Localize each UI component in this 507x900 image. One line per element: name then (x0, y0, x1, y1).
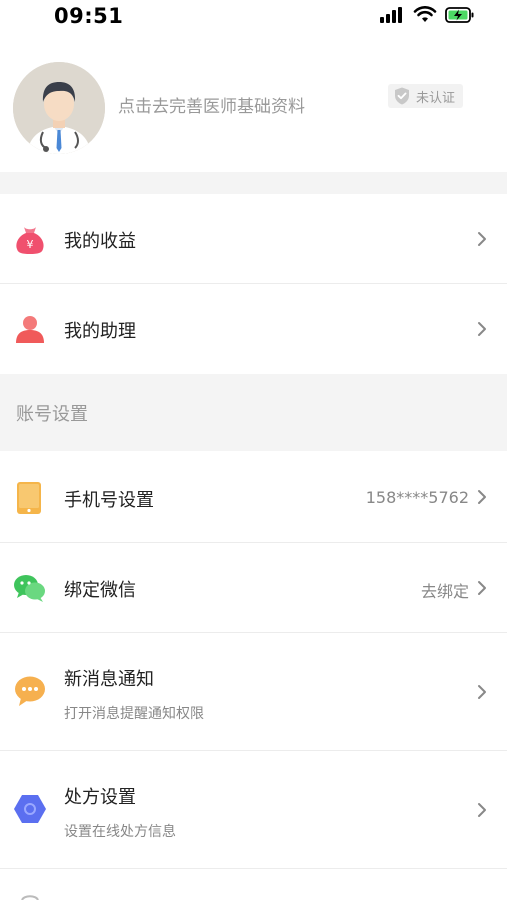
shield-check-icon (395, 87, 409, 105)
status-icons (379, 6, 475, 24)
doctor-avatar[interactable] (13, 62, 105, 154)
svg-text:¥: ¥ (27, 238, 34, 251)
certification-badge: 未认证 (388, 84, 464, 108)
certification-status: 未认证 (416, 90, 456, 106)
earnings-label: 我的收益 (64, 231, 136, 252)
assistant-person-icon (16, 316, 44, 343)
signal-icon (380, 7, 402, 23)
partial-row-icon (21, 895, 39, 900)
doctor-avatar-icon (13, 62, 105, 154)
status-bar: 09:51 (0, 0, 507, 34)
settings-item-wechat[interactable]: 绑定微信 去绑定 (0, 543, 507, 633)
battery-charging-icon (445, 7, 474, 23)
settings-item-phone[interactable]: 手机号设置 158****5762 (0, 451, 507, 543)
settings-item-notifications[interactable]: 新消息通知 打开消息提醒通知权限 (0, 633, 507, 751)
prescription-subtitle: 设置在线处方信息 (64, 824, 176, 840)
money-bag-icon: ¥ (16, 227, 44, 254)
notification-chat-icon (15, 676, 45, 706)
chevron-right-icon (478, 581, 486, 595)
chevron-right-icon (478, 322, 486, 336)
status-time: 09:51 (54, 4, 124, 28)
phone-icon (17, 482, 41, 514)
phone-settings-label: 手机号设置 (64, 490, 154, 511)
wechat-icon (14, 575, 45, 602)
chevron-right-icon (478, 232, 486, 246)
prescription-label: 处方设置 (64, 787, 136, 808)
notifications-subtitle: 打开消息提醒通知权限 (64, 706, 204, 722)
wechat-bind-action[interactable]: 去绑定 (421, 578, 469, 602)
wechat-bind-label: 绑定微信 (64, 580, 136, 601)
settings-item-next[interactable] (0, 869, 507, 900)
notifications-label: 新消息通知 (64, 669, 154, 690)
chevron-right-icon (478, 490, 486, 504)
complete-profile-prompt[interactable]: 点击去完善医师基础资料 (118, 92, 305, 117)
settings-item-prescription[interactable]: 处方设置 设置在线处方信息 (0, 751, 507, 869)
prescription-hexagon-icon (14, 795, 46, 823)
menu-item-earnings[interactable]: ¥ 我的收益 (0, 194, 507, 284)
phone-number-value: 158****5762 (365, 488, 469, 507)
section-divider (0, 172, 507, 194)
chevron-right-icon (478, 803, 486, 817)
chevron-right-icon (478, 685, 486, 699)
wifi-icon (413, 6, 437, 22)
account-settings-header: 账号设置 (0, 374, 507, 451)
profile-header[interactable]: 点击去完善医师基础资料 未认证 (0, 40, 507, 172)
section-title: 账号设置 (16, 404, 88, 425)
menu-item-assistant[interactable]: 我的助理 (0, 284, 507, 374)
assistant-label: 我的助理 (64, 321, 136, 342)
